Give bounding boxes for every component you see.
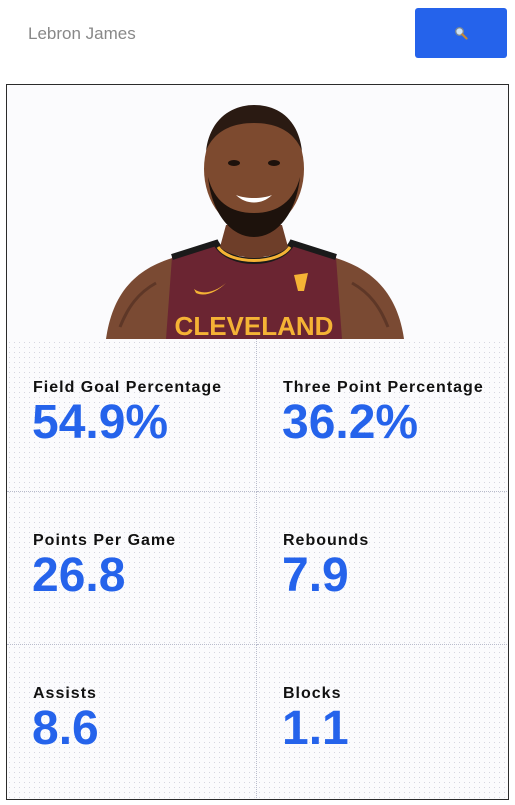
stat-value: 36.2% <box>282 396 419 449</box>
search-icon <box>455 27 468 40</box>
search-bar <box>0 0 515 70</box>
stat-value: 1.1 <box>282 702 349 755</box>
player-card: CLEVELAND Field Goal Percentage 54.9% Th… <box>6 84 509 800</box>
player-photo-area: CLEVELAND <box>7 85 508 339</box>
stat-assists: Assists 8.6 <box>7 645 257 798</box>
stats-grid: Field Goal Percentage 54.9% Three Point … <box>7 339 508 799</box>
search-button[interactable] <box>415 8 507 58</box>
stat-blocks: Blocks 1.1 <box>257 645 507 798</box>
search-input[interactable] <box>14 14 394 54</box>
player-photo: CLEVELAND <box>106 105 404 339</box>
jersey-text: CLEVELAND <box>175 311 334 339</box>
stat-three-point-percentage: Three Point Percentage 36.2% <box>257 339 507 492</box>
stat-rebounds: Rebounds 7.9 <box>257 492 507 645</box>
stat-value: 7.9 <box>282 549 349 602</box>
stat-value: 26.8 <box>32 549 126 602</box>
stat-value: 8.6 <box>32 702 99 755</box>
stat-field-goal-percentage: Field Goal Percentage 54.9% <box>7 339 257 492</box>
stat-points-per-game: Points Per Game 26.8 <box>7 492 257 645</box>
stat-value: 54.9% <box>32 396 169 449</box>
